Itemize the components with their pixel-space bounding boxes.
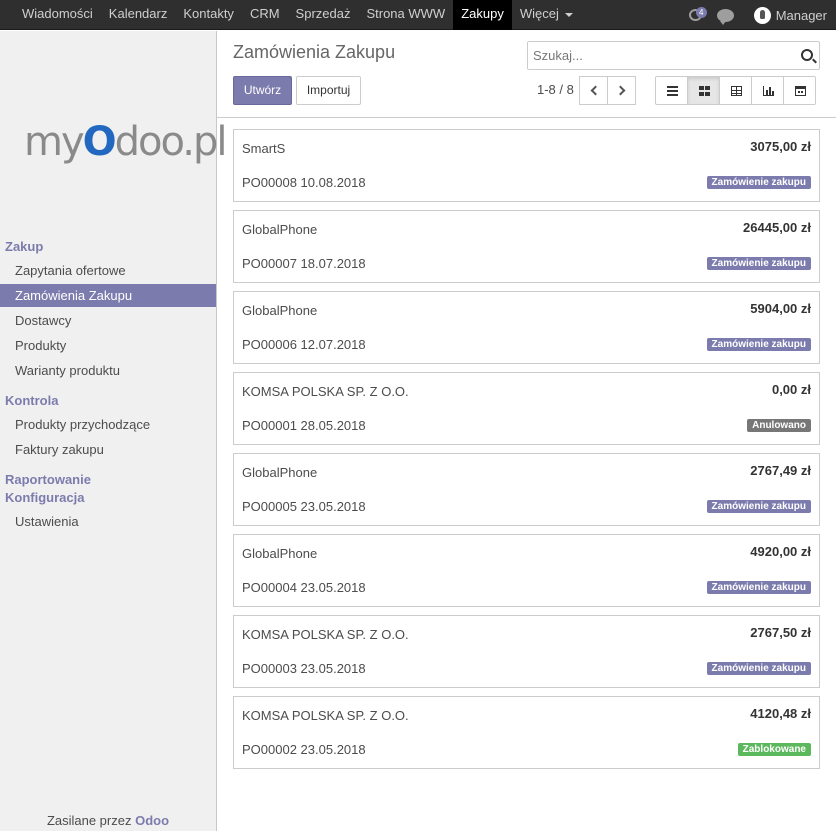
view-pivot-button[interactable]	[719, 76, 752, 105]
card-partner: GlobalPhone	[242, 303, 318, 318]
list-icon	[667, 86, 678, 96]
kanban-card[interactable]: GlobalPhone 4920,00 zł PO00004 23.05.201…	[233, 534, 820, 607]
view-switcher	[655, 76, 816, 105]
card-amount: 3075,00 zł	[750, 139, 811, 154]
card-amount: 2767,50 zł	[750, 625, 811, 640]
status-badge: Zamówienie zakupu	[706, 581, 811, 594]
sidebar-section-kontrola: Kontrola	[5, 393, 59, 408]
search-box	[527, 41, 820, 70]
status-badge: Zablokowane	[737, 743, 811, 756]
systray: 4 Manager	[688, 0, 827, 30]
pager-next-button[interactable]	[607, 76, 636, 105]
menu-zakupy[interactable]: Zakupy	[453, 0, 512, 30]
kanban-card[interactable]: GlobalPhone 5904,00 zł PO00006 12.07.201…	[233, 291, 820, 364]
sidebar-item-ustawienia[interactable]: Ustawienia	[0, 510, 216, 533]
card-amount: 4920,00 zł	[750, 544, 811, 559]
card-partner: GlobalPhone	[242, 222, 318, 237]
kanban-card[interactable]: GlobalPhone 26445,00 zł PO00007 18.07.20…	[233, 210, 820, 283]
card-partner: KOMSA POLSKA SP. Z O.O.	[242, 708, 409, 723]
card-partner: SmartS	[242, 141, 286, 156]
card-reference: PO00003 23.05.2018	[242, 661, 366, 676]
pager-value[interactable]: 1-8 / 8	[537, 82, 574, 97]
powered-by-label: Zasilane przez	[46, 813, 132, 828]
sidebar-item-warianty[interactable]: Warianty produktu	[0, 359, 216, 382]
chat-icon[interactable]	[716, 8, 734, 25]
table-icon	[731, 86, 742, 96]
menu-wiadomosci[interactable]: Wiadomości	[14, 0, 101, 30]
top-navbar: Wiadomości Kalendarz Kontakty CRM Sprzed…	[0, 0, 836, 30]
menu-crm[interactable]: CRM	[242, 0, 288, 30]
card-reference: PO00006 12.07.2018	[242, 337, 366, 352]
menu-wiecej[interactable]: Więcej	[512, 0, 581, 30]
menu-sprzedaz[interactable]: Sprzedaż	[288, 0, 359, 30]
card-reference: PO00005 23.05.2018	[242, 499, 366, 514]
powered-by: Zasilane przez Odoo	[0, 813, 216, 828]
status-badge: Zamówienie zakupu	[706, 662, 811, 675]
sidebar-section-konfiguracja: Konfiguracja	[5, 490, 85, 505]
kanban-card[interactable]: GlobalPhone 2767,49 zł PO00005 23.05.201…	[233, 453, 820, 526]
view-graph-button[interactable]	[751, 76, 784, 105]
app-menu: Wiadomości Kalendarz Kontakty CRM Sprzed…	[14, 0, 581, 30]
messages-icon[interactable]: 4	[688, 7, 707, 23]
view-list-button[interactable]	[655, 76, 688, 105]
status-badge: Zamówienie zakupu	[706, 257, 811, 270]
pager-previous-button[interactable]	[579, 76, 608, 105]
chevron-right-icon	[615, 85, 626, 96]
sidebar-item-zapytania[interactable]: Zapytania ofertowe	[0, 259, 216, 282]
status-badge: Zamówienie zakupu	[706, 500, 811, 513]
control-panel: Zamówienia Zakupu Utwórz Importuj 1-8 / …	[217, 31, 836, 118]
chevron-left-icon	[590, 85, 601, 96]
view-calendar-button[interactable]	[783, 76, 816, 105]
kanban-card[interactable]: KOMSA POLSKA SP. Z O.O. 4120,48 zł PO000…	[233, 696, 820, 769]
sidebar-item-produkty-przychodzace[interactable]: Produkty przychodzące	[0, 413, 216, 436]
card-partner: GlobalPhone	[242, 465, 318, 480]
card-reference: PO00008 10.08.2018	[242, 175, 366, 190]
menu-kalendarz[interactable]: Kalendarz	[101, 0, 176, 30]
sidebar-item-faktury[interactable]: Faktury zakupu	[0, 438, 216, 461]
page-title: Zamówienia Zakupu	[233, 42, 396, 62]
sidebar-section-zakup: Zakup	[5, 239, 44, 254]
sidebar-item-zamowienia[interactable]: Zamówienia Zakupu	[0, 284, 216, 307]
card-amount: 0,00 zł	[771, 382, 811, 397]
sidebar-section-raportowanie[interactable]: Raportowanie	[5, 472, 91, 487]
calendar-icon	[795, 86, 806, 96]
kanban-card[interactable]: SmartS 3075,00 zł PO00008 10.08.2018 Zam…	[233, 129, 820, 202]
menu-strona-www[interactable]: Strona WWW	[358, 0, 453, 30]
card-reference: PO00007 18.07.2018	[242, 256, 366, 271]
card-amount: 26445,00 zł	[743, 220, 811, 235]
messages-badge: 4	[695, 7, 707, 18]
status-badge: Zamówienie zakupu	[706, 338, 811, 351]
card-reference: PO00001 28.05.2018	[242, 418, 366, 433]
menu-kontakty[interactable]: Kontakty	[175, 0, 242, 30]
search-input[interactable]	[528, 42, 788, 69]
sidebar-item-dostawcy[interactable]: Dostawcy	[0, 309, 216, 332]
status-badge: Zamówienie zakupu	[706, 176, 811, 189]
bar-chart-icon	[763, 86, 774, 96]
kanban-card[interactable]: KOMSA POLSKA SP. Z O.O. 2767,50 zł PO000…	[233, 615, 820, 688]
sidebar: myOdoo.pl Zakup Zapytania ofertowe Zamów…	[0, 31, 228, 831]
odoo-link[interactable]: Odoo	[135, 813, 169, 828]
caret-down-icon	[564, 12, 573, 17]
import-button[interactable]: Importuj	[296, 76, 361, 105]
create-button[interactable]: Utwórz	[233, 76, 292, 105]
view-kanban-button[interactable]	[687, 76, 720, 105]
company-logo: myOdoo.pl	[24, 119, 228, 165]
card-amount: 5904,00 zł	[750, 301, 811, 316]
card-amount: 2767,49 zł	[750, 463, 811, 478]
kanban-icon	[699, 86, 710, 96]
card-reference: PO00002 23.05.2018	[242, 742, 366, 757]
status-badge: Anulowano	[747, 419, 811, 432]
user-menu[interactable]: Manager	[776, 8, 827, 23]
sidebar-item-produkty[interactable]: Produkty	[0, 334, 216, 357]
card-amount: 4120,48 zł	[750, 706, 811, 721]
card-partner: KOMSA POLSKA SP. Z O.O.	[242, 627, 409, 642]
card-reference: PO00004 23.05.2018	[242, 580, 366, 595]
search-icon[interactable]	[801, 49, 813, 61]
kanban-card[interactable]: KOMSA POLSKA SP. Z O.O. 0,00 zł PO00001 …	[233, 372, 820, 445]
kanban-view: SmartS 3075,00 zł PO00008 10.08.2018 Zam…	[233, 129, 820, 777]
menu-wiecej-label: Więcej	[519, 6, 559, 21]
user-avatar[interactable]	[753, 6, 771, 24]
card-partner: GlobalPhone	[242, 546, 318, 561]
card-partner: KOMSA POLSKA SP. Z O.O.	[242, 384, 409, 399]
